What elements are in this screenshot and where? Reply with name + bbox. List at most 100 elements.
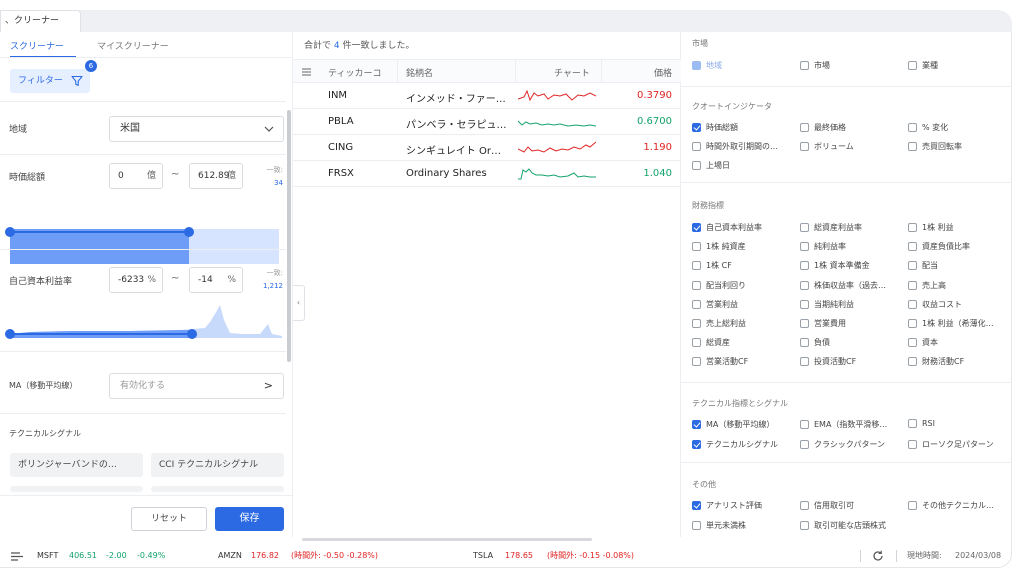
checkbox-item[interactable]: 投資活動CF xyxy=(800,356,856,367)
table-row[interactable]: INM インメッド・ファー… 0.3790 xyxy=(293,84,681,109)
ticker-symbol[interactable]: MSFT xyxy=(37,544,58,568)
checkbox-label: ローソク足パターン xyxy=(922,439,994,449)
market-cap-max-input[interactable]: 612.89 億 xyxy=(189,163,243,189)
checkbox-item[interactable]: 財務活動CF xyxy=(908,356,964,367)
results-horizontal-scrollbar[interactable] xyxy=(302,538,592,541)
checkbox-label: 1株 利益（希薄化… xyxy=(922,319,994,328)
checkbox-item[interactable]: 総資産 xyxy=(692,337,730,348)
filter-scrollbar[interactable] xyxy=(287,110,291,362)
checkbox-item[interactable]: その他テクニカル… xyxy=(908,500,994,511)
col-price[interactable]: 価格 xyxy=(654,66,672,79)
checkbox-item[interactable]: 純利益率 xyxy=(800,241,846,252)
checkbox-item[interactable]: 1株 利益 xyxy=(908,222,954,233)
checkbox-region[interactable]: 地域 xyxy=(692,60,722,71)
checkbox-market[interactable]: 市場 xyxy=(800,60,830,71)
checkbox-item[interactable]: 1株 利益（希薄化… xyxy=(908,318,994,329)
checkbox-volume[interactable]: ボリューム xyxy=(800,141,854,152)
col-ticker[interactable]: ティッカーコ xyxy=(328,66,381,79)
checkbox-item[interactable]: 売上総利益 xyxy=(692,318,746,329)
ma-enable-field[interactable]: 有効化する > xyxy=(109,373,284,399)
checkbox-label: 営業活動CF xyxy=(706,357,749,367)
table-row[interactable]: FRSX Ordinary Shares 1.040 xyxy=(293,162,681,187)
checkbox-pct-change[interactable]: % 変化 xyxy=(908,122,948,133)
checkbox-item[interactable]: 取引可能な店頭株式 xyxy=(800,520,886,531)
checkbox-item[interactable]: 1株 資本準備金 xyxy=(800,260,870,271)
checkbox-item[interactable]: 営業利益 xyxy=(692,299,738,310)
ticker-symbol[interactable]: AMZN xyxy=(218,544,242,568)
reset-button[interactable]: リセット xyxy=(131,507,207,531)
checkbox-item[interactable]: 収益コスト xyxy=(908,299,962,310)
checkbox-label: 売上高 xyxy=(922,280,946,290)
checkbox-item[interactable]: 1株 CF xyxy=(692,260,732,271)
checkbox-item[interactable]: EMA（指数平滑移… xyxy=(800,419,887,430)
ma-label: MA（移動平均線） xyxy=(9,381,78,390)
checkbox-item[interactable]: 自己資本利益率 xyxy=(692,222,762,233)
chip-bollinger[interactable]: ボリンジャーバンドの… xyxy=(10,453,143,477)
filter-button[interactable]: フィルター xyxy=(10,69,90,93)
checkbox-listing-date[interactable]: 上場日 xyxy=(692,160,730,171)
checkbox-item[interactable]: 配当 xyxy=(908,260,938,271)
filter-label: フィルター xyxy=(18,76,63,86)
roe-max-input[interactable]: -14 % xyxy=(189,267,243,293)
local-time: 2024/03/08 xyxy=(955,551,1002,560)
checkbox-item[interactable]: クラシックパターン xyxy=(800,439,885,450)
checkbox-item[interactable]: 株価収益率（過去… xyxy=(800,280,886,291)
checkbox-item[interactable]: 信用取引可 xyxy=(800,500,854,511)
market-cap-slider-min-handle[interactable] xyxy=(5,227,15,237)
ticker-cell: PBLA xyxy=(328,116,354,127)
checkbox-item[interactable]: 総資産利益率 xyxy=(800,222,862,233)
checkbox-turnover[interactable]: 売買回転率 xyxy=(908,141,962,152)
app-window: 、クリーナー スクリーナー マイスクリーナー フィルター 6 地域 米国 時価総… xyxy=(0,0,1024,578)
checkbox-icon xyxy=(692,61,701,70)
checkbox-item[interactable]: 資産負債比率 xyxy=(908,241,970,252)
chip-cci[interactable]: CCI テクニカルシグナル xyxy=(151,453,284,477)
checkbox-icon xyxy=(692,520,701,530)
checkbox-item[interactable]: 当期純利益 xyxy=(800,299,854,310)
checkbox-icon xyxy=(692,501,701,510)
tab-screener[interactable]: 、クリーナー xyxy=(0,10,81,32)
ticker-symbol[interactable]: TSLA xyxy=(473,544,493,568)
checkbox-item[interactable]: 営業活動CF xyxy=(692,356,748,367)
checkbox-item[interactable]: 1株 純資産 xyxy=(692,241,746,252)
checkbox-item[interactable]: RSI xyxy=(908,419,935,428)
col-name[interactable]: 銘柄名 xyxy=(406,66,433,79)
checkbox-item[interactable]: MA（移動平均線） xyxy=(692,419,774,430)
checkbox-item[interactable]: 配当利回り xyxy=(692,280,746,291)
checkbox-label: % 変化 xyxy=(922,123,949,132)
checkbox-item[interactable]: 負債 xyxy=(800,337,830,348)
region-select[interactable]: 米国 xyxy=(109,116,284,142)
subtab-screener[interactable]: スクリーナー xyxy=(10,39,64,52)
checkbox-last-price[interactable]: 最終価格 xyxy=(800,122,846,133)
menu-icon[interactable] xyxy=(11,552,23,561)
table-row[interactable]: PBLA パンベラ・セラピュ… 0.6700 xyxy=(293,110,681,135)
subtab-my-screener[interactable]: マイスクリーナー xyxy=(97,39,169,52)
checkbox-item[interactable]: ローソク足パターン xyxy=(908,439,994,450)
sparkline-chart xyxy=(518,141,596,153)
checkbox-item[interactable]: 資本 xyxy=(908,337,938,348)
market-cap-min-input[interactable]: 0 億 xyxy=(109,163,163,189)
checkbox-item[interactable]: アナリスト評価 xyxy=(692,500,762,511)
checkbox-market-cap[interactable]: 時価総額 xyxy=(692,122,738,133)
tech-signal-label: テクニカルシグナル xyxy=(9,429,81,438)
market-cap-slider-max-handle[interactable] xyxy=(184,227,194,237)
ticker-price: 176.82 xyxy=(251,551,279,560)
chip-partial[interactable] xyxy=(151,486,284,492)
table-row[interactable]: CING シンギュレイト Or… 1.190 xyxy=(293,136,681,161)
market-cap-label: 時価総額 xyxy=(9,173,46,183)
roe-slider-min-handle[interactable] xyxy=(5,329,15,339)
checkbox-item[interactable]: 売上高 xyxy=(908,280,946,291)
checkbox-label: 信用取引可 xyxy=(814,501,854,510)
roe-max-value: -14 xyxy=(198,275,213,285)
checkbox-item[interactable]: テクニカルシグナル xyxy=(692,439,778,450)
column-menu-icon[interactable] xyxy=(302,68,311,76)
checkbox-after-hours[interactable]: 時間外取引期間の… xyxy=(692,141,778,152)
refresh-icon[interactable] xyxy=(872,550,884,562)
save-button[interactable]: 保存 xyxy=(215,507,284,531)
chip-partial[interactable] xyxy=(10,486,143,492)
checkbox-item[interactable]: 営業費用 xyxy=(800,318,846,329)
checkbox-industry[interactable]: 業種 xyxy=(908,60,938,71)
collapse-panel-button[interactable]: ‹ xyxy=(293,285,305,321)
roe-min-input[interactable]: -6233 % xyxy=(109,267,163,293)
checkbox-item[interactable]: 単元未満株 xyxy=(692,520,746,531)
roe-slider-max-handle[interactable] xyxy=(187,329,197,339)
